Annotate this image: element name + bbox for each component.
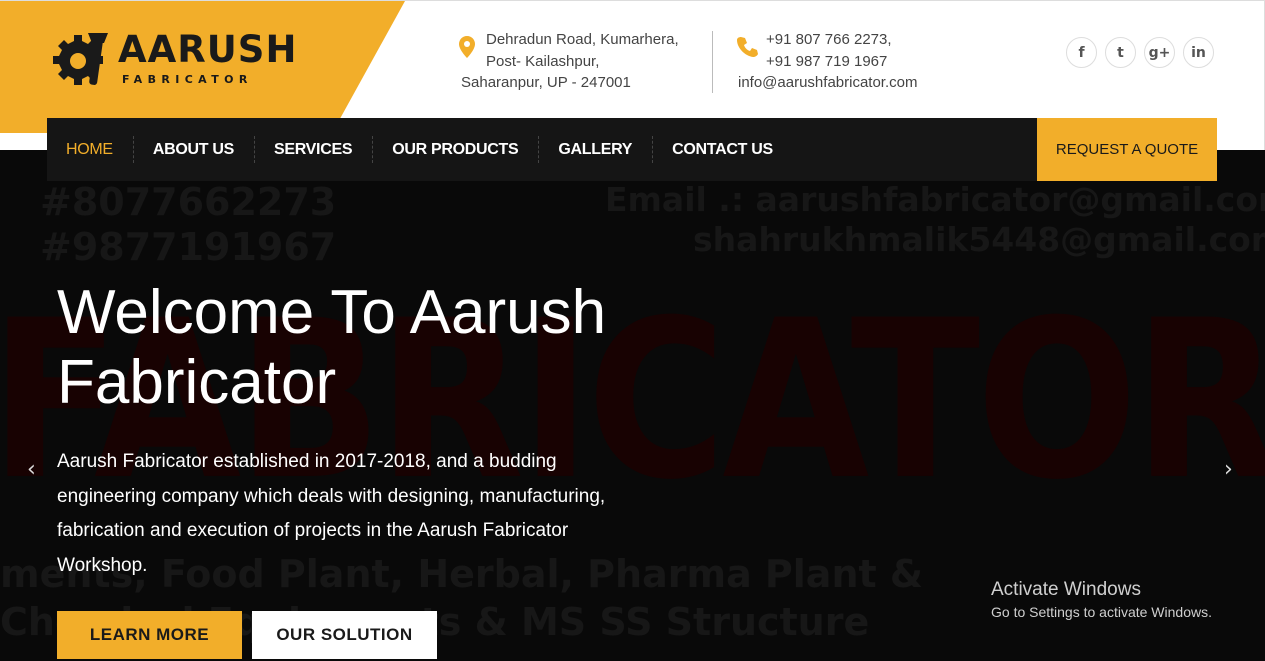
facebook-icon[interactable]: f xyxy=(1066,37,1097,68)
brand-name: AARUSH xyxy=(118,28,298,71)
learn-more-button[interactable]: LEARN MORE xyxy=(57,611,242,659)
nav-home[interactable]: HOME xyxy=(47,118,133,181)
nav-our-products[interactable]: OUR PRODUCTS xyxy=(372,118,538,181)
hero-title: Welcome To Aarush Fabricator xyxy=(57,278,607,417)
contact-block: +91 807 766 2273, +91 987 719 1967 info@… xyxy=(736,29,917,94)
phone-icon xyxy=(737,37,758,57)
activate-windows-title: Activate Windows xyxy=(991,579,1141,600)
header-divider xyxy=(712,31,713,93)
phone-number-2[interactable]: +91 987 719 1967 xyxy=(736,51,917,73)
hero-slider: #8077662273 #9877191967 Email .: aarushf… xyxy=(0,150,1265,661)
twitter-icon[interactable]: t xyxy=(1105,37,1136,68)
chevron-left-icon[interactable]: ‹ xyxy=(27,457,36,482)
activate-windows-watermark: Activate Windows Go to Settings to activ… xyxy=(991,579,1212,620)
location-pin-icon xyxy=(459,36,475,58)
brand-logo[interactable]: AARUSH FABRICATOR xyxy=(52,29,312,99)
address-line-2: Post- Kailashpur, xyxy=(486,52,600,70)
address-line-3: Saharanpur, UP - 247001 xyxy=(461,74,631,91)
address-line-1: Dehradun Road, Kumarhera, xyxy=(486,31,679,48)
phone-number-1[interactable]: +91 807 766 2273, xyxy=(736,29,917,51)
nav-contact-us[interactable]: CONTACT US xyxy=(652,118,793,181)
chevron-right-icon[interactable]: › xyxy=(1224,457,1233,482)
nav-about-us[interactable]: ABOUT US xyxy=(132,118,254,181)
nav-services[interactable]: SERVICES xyxy=(253,118,372,181)
nav-gallery[interactable]: GALLERY xyxy=(538,118,652,181)
main-navigation: HOME ABOUT US SERVICES OUR PRODUCTS GALL… xyxy=(47,118,1217,181)
gear-wrench-icon xyxy=(53,33,108,85)
google-plus-icon[interactable]: g+ xyxy=(1144,37,1175,68)
hero-description: Aarush Fabricator established in 2017-20… xyxy=(57,451,606,577)
brand-subtitle: FABRICATOR xyxy=(122,73,253,86)
activate-windows-subtitle: Go to Settings to activate Windows. xyxy=(991,604,1212,620)
linkedin-icon[interactable]: in xyxy=(1183,37,1214,68)
address-block: Dehradun Road, Kumarhera, Post- Kailashp… xyxy=(458,29,708,94)
email-link[interactable]: info@aarushfabricator.com xyxy=(736,72,917,94)
request-quote-button[interactable]: REQUEST A QUOTE xyxy=(1037,118,1217,181)
social-links: f t g+ in xyxy=(1066,37,1214,68)
our-solution-button[interactable]: OUR SOLUTION xyxy=(252,611,437,659)
